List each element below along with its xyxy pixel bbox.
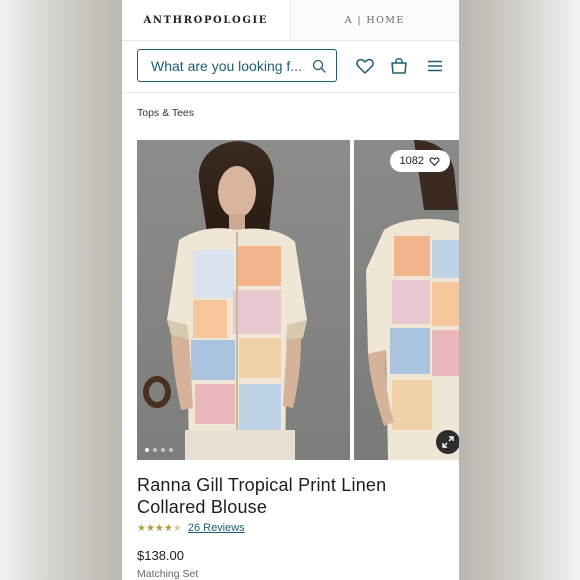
phone-screen: ANTHROPOLOGIE A | HOME Tops & Tees: [122, 0, 459, 580]
pagination-dot[interactable]: [145, 448, 149, 452]
tab-anthropologie[interactable]: ANTHROPOLOGIE: [122, 0, 290, 40]
heart-icon[interactable]: [355, 56, 375, 76]
product-title: Ranna Gill Tropical Print Linen Collared…: [137, 475, 387, 517]
brand-tabs: ANTHROPOLOGIE A | HOME: [122, 0, 459, 41]
product-gallery[interactable]: 1082: [137, 140, 459, 460]
bag-icon[interactable]: [389, 56, 409, 76]
model-back-illustration: [366, 140, 459, 460]
image-pagination-dots: [145, 448, 173, 452]
menu-icon[interactable]: [425, 56, 445, 76]
search-box[interactable]: [137, 49, 337, 82]
heart-icon: [429, 156, 440, 166]
header-bar: [122, 40, 459, 93]
matching-set-label[interactable]: Matching Set: [137, 568, 198, 580]
product-photo-main[interactable]: [137, 140, 350, 460]
like-count-badge[interactable]: 1082: [389, 150, 450, 172]
model-illustration: [143, 141, 307, 460]
product-price: $138.00: [137, 548, 184, 563]
search-input[interactable]: [149, 56, 313, 75]
product-photo-next[interactable]: 1082: [354, 140, 459, 460]
tab-a-home[interactable]: A | HOME: [289, 0, 459, 40]
reviews-link[interactable]: 26 Reviews: [188, 522, 245, 534]
expand-image-button[interactable]: [436, 430, 459, 454]
pagination-dot[interactable]: [153, 448, 157, 452]
background-blur-right: [459, 0, 580, 580]
search-icon[interactable]: [312, 59, 326, 73]
expand-icon: [442, 436, 454, 448]
like-count: 1082: [399, 155, 424, 167]
breadcrumb[interactable]: Tops & Tees: [137, 107, 194, 119]
pagination-dot[interactable]: [169, 448, 173, 452]
pagination-dot[interactable]: [161, 448, 165, 452]
rating-row: ★★★★★ 26 Reviews: [137, 522, 245, 534]
star-rating: ★★★★★: [137, 522, 182, 534]
background-blur-left: [0, 0, 122, 580]
